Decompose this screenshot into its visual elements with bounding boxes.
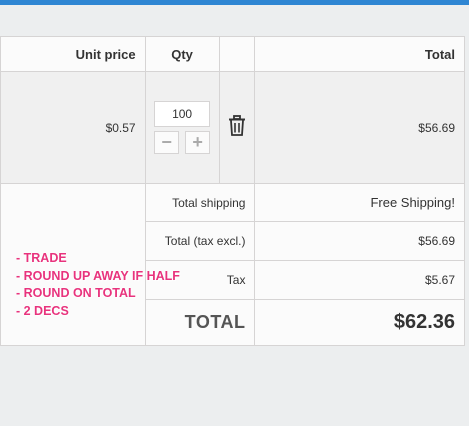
quantity-increment-button[interactable]: + — [185, 131, 211, 154]
tax-value: $5.67 — [254, 260, 465, 300]
grand-total-value: $62.36 — [254, 299, 465, 346]
item-unit-price: $0.57 — [0, 71, 146, 184]
table-header-row: Unit price Qty Total — [0, 36, 465, 72]
trash-icon[interactable] — [227, 115, 247, 137]
qty-cell: 100 − + — [144, 71, 220, 184]
shipping-value: Free Shipping! — [254, 183, 465, 222]
shipping-row: Total shipping Free Shipping! — [0, 183, 465, 346]
total-excl-value: $56.69 — [254, 221, 465, 261]
header-qty: Qty — [144, 36, 220, 72]
cart-item-row: $0.57 100 − + $56.69 — [0, 71, 465, 184]
top-accent-bar — [0, 0, 469, 5]
annotation-note: - ROUND UP AWAY IF HALF — [16, 268, 180, 283]
annotation-note: - TRADE — [16, 251, 67, 265]
annotation-note: - ROUND ON TOTAL — [16, 286, 136, 300]
item-line-total: $56.69 — [254, 71, 465, 184]
quantity-decrement-button[interactable]: − — [154, 131, 180, 154]
quantity-stepper: − + — [154, 131, 211, 154]
header-actions — [218, 36, 256, 72]
header-total: Total — [254, 36, 465, 72]
header-unit-price: Unit price — [0, 36, 146, 72]
shipping-label: Total shipping — [144, 183, 256, 222]
quantity-input[interactable]: 100 — [154, 101, 211, 127]
delete-cell — [218, 71, 256, 184]
annotation-note: - 2 DECS — [16, 303, 69, 318]
annotation-notes: - TRADE - ROUND UP AWAY IF HALF - ROUND … — [16, 250, 180, 320]
